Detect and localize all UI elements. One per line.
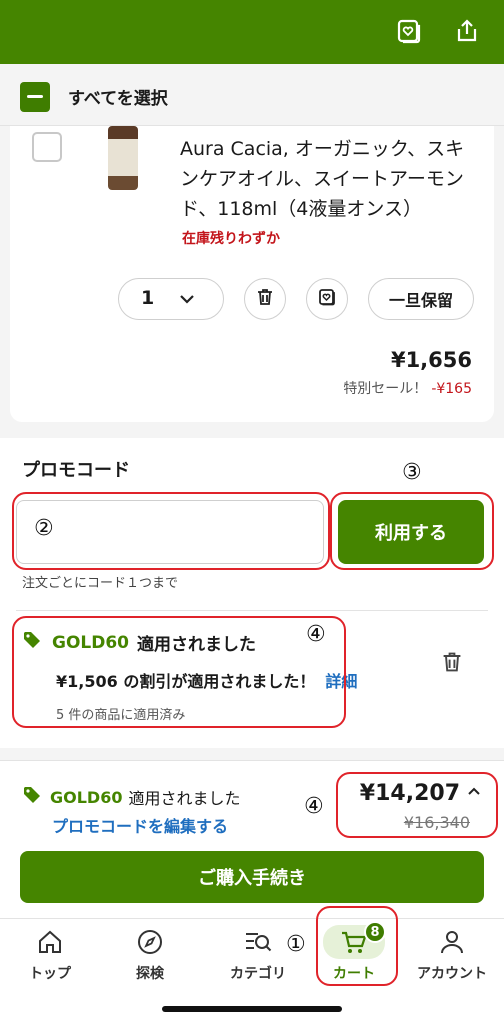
sale-info: 特別セール！ -¥165	[343, 378, 472, 398]
annotation-marker-4b: ④	[304, 794, 324, 819]
promo-label: プロモコード	[22, 460, 130, 481]
annotation-marker-3: ③	[402, 460, 422, 485]
chevron-down-icon	[177, 289, 197, 313]
trash-icon	[443, 652, 461, 672]
original-price: ¥16,340	[403, 813, 470, 832]
divider	[16, 610, 488, 611]
tag-icon	[22, 630, 42, 655]
select-all-label: すべてを選択	[68, 89, 168, 109]
tab-top[interactable]: トップ	[2, 925, 98, 989]
edit-promo-link[interactable]: プロモコードを編集する	[52, 813, 228, 837]
total-price[interactable]: ¥14,207	[360, 781, 482, 806]
compass-icon	[102, 925, 198, 959]
wishlist-icon[interactable]	[392, 14, 426, 48]
quantity-value: 1	[141, 287, 155, 309]
applied-count: 5 件の商品に適用済み	[56, 708, 186, 723]
tab-cart[interactable]: 8 カート	[306, 921, 402, 989]
stock-warning: 在庫残りわずか	[182, 231, 280, 247]
total-value: ¥14,207	[359, 781, 460, 806]
tab-label: 探検	[136, 966, 164, 982]
save-for-later-button[interactable]: 一旦保留	[368, 278, 474, 320]
tag-icon	[22, 785, 42, 809]
promo-note: 注文ごとにコード１つまで	[22, 576, 179, 591]
detail-link[interactable]: 詳細	[325, 672, 357, 691]
tab-label: カート	[333, 966, 375, 982]
chevron-up-icon	[466, 781, 482, 806]
checkout-button[interactable]: ご購入手続き	[20, 851, 484, 903]
product-image[interactable]	[108, 126, 138, 190]
sale-discount: -¥165	[431, 381, 472, 397]
home-icon	[2, 925, 98, 959]
annotation-marker-4a: ④	[306, 622, 326, 647]
tab-explore[interactable]: 探検	[102, 925, 198, 989]
quantity-selector[interactable]: 1	[118, 278, 224, 320]
item-price: ¥1,656	[390, 348, 472, 372]
tab-label: トップ	[29, 966, 71, 982]
sale-label: 特別セール！	[343, 381, 428, 397]
product-title[interactable]: Aura Cacia, オーガニック、スキンケアオイル、スイートアーモンド、11…	[180, 134, 480, 224]
tab-account[interactable]: アカウント	[404, 925, 500, 989]
applied-text: 適用されました	[137, 635, 257, 655]
save-to-wishlist-button[interactable]	[306, 278, 348, 320]
tab-label: アカウント	[417, 966, 487, 982]
remove-promo-button[interactable]	[440, 650, 464, 678]
select-all-checkbox[interactable]	[20, 82, 50, 112]
annotation-marker-1: ①	[286, 932, 306, 957]
cart-item-card: Aura Cacia, オーガニック、スキンケアオイル、スイートアーモンド、11…	[10, 126, 494, 422]
share-icon[interactable]	[450, 14, 484, 48]
annotation-marker-2: ②	[34, 516, 54, 541]
promo-code-input[interactable]	[16, 500, 324, 564]
promo-section: プロモコード 利用する 注文ごとにコード１つまで GOLD60 適用されました ¥…	[0, 438, 504, 748]
top-bar	[0, 0, 504, 64]
summary-code: GOLD60	[50, 787, 123, 807]
tab-label: カテゴリ	[230, 966, 286, 982]
applied-code: GOLD60	[52, 632, 130, 653]
cart-count-badge: 8	[364, 921, 386, 943]
discount-text: ¥1,506 の割引が適用されました！	[56, 672, 316, 691]
delete-item-button[interactable]	[244, 278, 286, 320]
home-indicator	[162, 1006, 342, 1012]
apply-promo-button[interactable]: 利用する	[338, 500, 484, 564]
order-summary: GOLD60 適用されました プロモコードを編集する ¥14,207 ¥16,34…	[0, 760, 504, 918]
account-icon	[404, 925, 500, 959]
summary-applied-text: 適用されました	[128, 789, 241, 808]
select-all-row[interactable]: すべてを選択	[0, 64, 504, 126]
trash-icon	[255, 287, 275, 311]
item-checkbox[interactable]	[32, 132, 62, 162]
wishlist-icon	[317, 287, 337, 311]
